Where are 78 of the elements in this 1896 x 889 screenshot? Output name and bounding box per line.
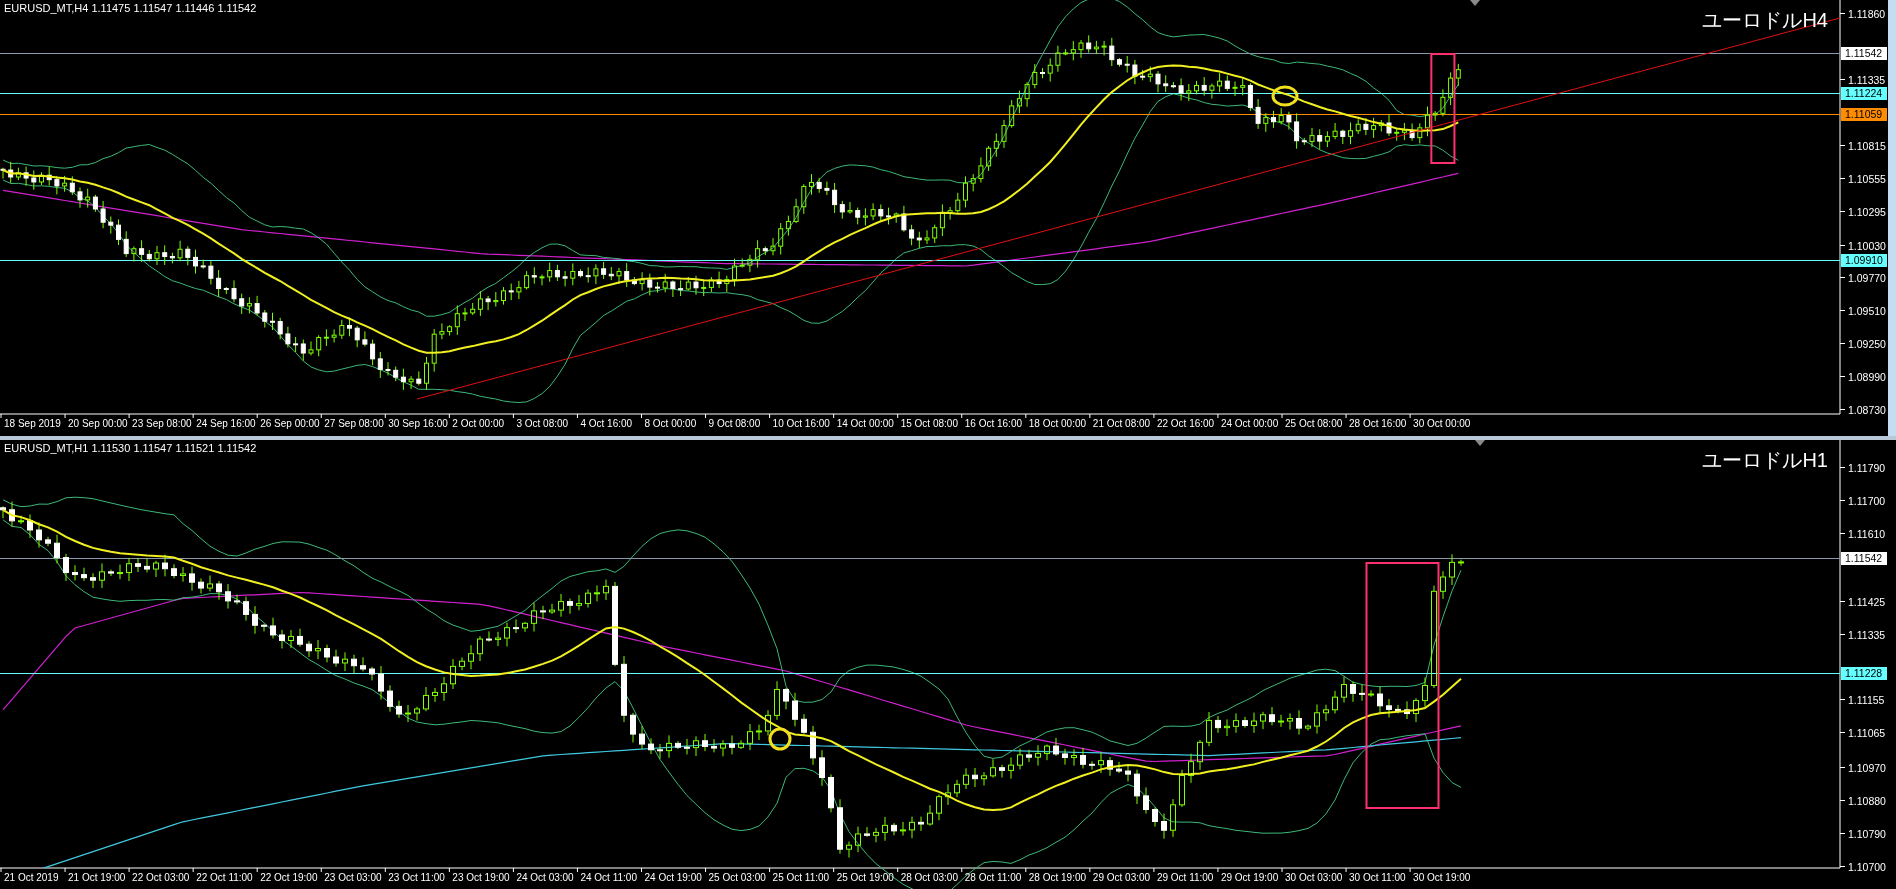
time-axis-label: 25 Oct 11:00 [772, 872, 830, 883]
time-axis-label: 8 Oct 00:00 [644, 418, 697, 429]
time-axis-label: 3 Oct 08:00 [516, 418, 569, 429]
price-tick-label: 1.11425 [1848, 595, 1886, 608]
time-axis-label: 9 Oct 08:00 [708, 418, 761, 429]
time-axis-label: 24 Oct 11:00 [580, 872, 637, 883]
price-tick-label: 1.10700 [1848, 860, 1886, 873]
price-tick-label: 1.11700 [1848, 494, 1886, 507]
price-tick-label: 1.10030 [1848, 239, 1886, 252]
chart-title: ユーロドルH4 [1702, 9, 1828, 31]
time-axis-label: 28 Oct 03:00 [900, 872, 958, 883]
price-label: 1.11542 [1841, 47, 1887, 60]
time-axis-label: 29 Oct 03:00 [1092, 872, 1151, 883]
price-tick-label: 1.10790 [1848, 827, 1886, 840]
time-axis-label: 14 Oct 00:00 [836, 418, 894, 429]
chart-header: EURUSD_MT,H1 1.11530 1.11547 1.11521 1.11542 [4, 442, 257, 454]
time-axis-label: 22 Oct 03:00 [132, 872, 190, 883]
time-axis-label: 24 Oct 00:00 [1220, 418, 1279, 429]
price-tick-label: 1.08990 [1848, 370, 1886, 383]
price-tick-label: 1.11790 [1848, 461, 1886, 474]
time-axis-label: 30 Oct 19:00 [1413, 872, 1471, 883]
time-axis-label: 21 Oct 2019 [4, 872, 59, 883]
time-axis-label: 21 Oct 19:00 [68, 872, 126, 883]
time-axis-label: 25 Oct 19:00 [836, 872, 894, 883]
price-tick-label: 1.10295 [1848, 205, 1886, 218]
time-axis-label: 23 Oct 11:00 [388, 872, 445, 883]
time-axis-label: 28 Oct 16:00 [1349, 418, 1407, 429]
price-tick-label: 1.11155 [1848, 693, 1885, 706]
price-label: 1.11228 [1841, 667, 1887, 680]
time-axis-label: 15 Oct 08:00 [900, 418, 958, 429]
time-axis-label: 23 Sep 08:00 [132, 418, 192, 429]
price-tick-label: 1.10555 [1848, 172, 1886, 185]
price-tick-label: 1.11335 [1848, 628, 1886, 641]
price-tick-label: 1.09770 [1848, 271, 1886, 284]
price-label: 1.11542 [1841, 552, 1887, 565]
price-tick-label: 1.09510 [1848, 304, 1886, 317]
price-tick-label: 1.11335 [1848, 73, 1886, 86]
price-tick-label: 1.11610 [1848, 527, 1886, 540]
price-tick-label: 1.09250 [1848, 337, 1886, 350]
time-axis-label: 28 Oct 19:00 [1028, 872, 1087, 883]
time-axis-label: 24 Sep 16:00 [196, 418, 256, 429]
time-axis-label: 29 Oct 11:00 [1156, 872, 1214, 883]
time-axis-label: 23 Oct 19:00 [452, 872, 510, 883]
time-axis-label: 29 Oct 19:00 [1220, 872, 1279, 883]
time-axis-label: 18 Oct 00:00 [1028, 418, 1087, 429]
time-axis-label: 30 Oct 11:00 [1349, 872, 1406, 883]
time-axis-label: 22 Oct 16:00 [1156, 418, 1215, 429]
time-axis-label: 22 Oct 11:00 [196, 872, 253, 883]
chart-header: EURUSD_MT,H4 1.11475 1.11547 1.11446 1.11542 [4, 2, 257, 14]
price-label: 1.11059 [1841, 108, 1887, 121]
price-tick-label: 1.08730 [1848, 403, 1886, 416]
time-axis-label: 4 Oct 16:00 [580, 418, 633, 429]
chart-title: ユーロドルH1 [1702, 449, 1828, 471]
time-axis-label: 25 Oct 08:00 [1285, 418, 1343, 429]
time-axis-label: 21 Oct 08:00 [1092, 418, 1151, 429]
time-axis-label: 27 Sep 08:00 [324, 418, 384, 429]
price-label: 1.11224 [1841, 87, 1887, 100]
time-axis-label: 22 Oct 19:00 [260, 872, 318, 883]
time-axis-label: 20 Sep 00:00 [68, 418, 128, 429]
time-axis-label: 24 Oct 19:00 [644, 872, 702, 883]
time-axis-label: 10 Oct 16:00 [772, 418, 830, 429]
time-axis-label: 30 Sep 16:00 [388, 418, 448, 429]
price-tick-label: 1.10815 [1848, 139, 1886, 152]
time-axis-label: 26 Sep 00:00 [260, 418, 320, 429]
time-axis-label: 16 Oct 16:00 [964, 418, 1022, 429]
time-axis-label: 25 Oct 03:00 [708, 872, 766, 883]
time-axis-label: 18 Sep 2019 [4, 418, 61, 429]
time-axis-label: 28 Oct 11:00 [964, 872, 1022, 883]
price-tick-label: 1.10970 [1848, 761, 1886, 774]
time-axis-label: 23 Oct 03:00 [324, 872, 382, 883]
time-axis-label: 24 Oct 03:00 [516, 872, 574, 883]
price-tick-label: 1.11860 [1848, 7, 1886, 20]
price-tick-label: 1.11065 [1848, 726, 1886, 739]
price-label: 1.09910 [1841, 254, 1887, 267]
time-axis-label: 30 Oct 00:00 [1413, 418, 1471, 429]
price-tick-label: 1.10880 [1848, 794, 1886, 807]
time-axis-label: 30 Oct 03:00 [1285, 872, 1343, 883]
time-axis-label: 2 Oct 00:00 [452, 418, 505, 429]
